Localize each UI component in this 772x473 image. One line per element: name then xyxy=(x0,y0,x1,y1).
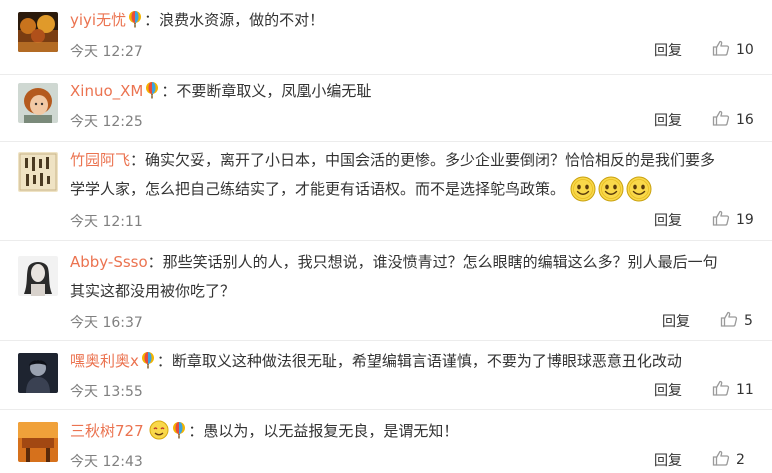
comment-text-row: 竹园阿飞：确实欠妥，离开了小日本，中国会活的更惨。多少企业要倒闭？恰恰相反的是我… xyxy=(70,148,756,173)
reply-button[interactable]: 回复 xyxy=(654,40,682,60)
thumbs-up-icon xyxy=(712,210,730,226)
comment-content: ：断章取义这种做法很无耻，希望编辑言语谨慎，不要为了博眼球恶意丑化改动 xyxy=(156,352,682,370)
avatar-calligraphy-icon xyxy=(18,152,58,192)
comment-content-line1: ：确实欠妥，离开了小日本，中国会活的更惨。多少企业要倒闭？恰恰相反的是我们要多 xyxy=(130,151,716,169)
avatar[interactable] xyxy=(18,152,58,192)
comment-time: 今天 12:27 xyxy=(70,44,143,60)
comment-text-row: 其实这都没用被你吃了？ xyxy=(70,279,756,304)
reply-button[interactable]: 回复 xyxy=(654,380,682,400)
thumbs-up-icon xyxy=(712,110,730,126)
comment-text-row: Xinuo_XM ：不要断章取义，凤凰小编无耻 xyxy=(70,79,756,104)
comment-item: Xinuo_XM ：不要断章取义，凤凰小编无耻 今天 12:25 回复 16 xyxy=(0,75,772,141)
reply-button[interactable]: 回复 xyxy=(654,110,682,130)
comment-time: 今天 16:37 xyxy=(70,315,143,331)
thumbs-up-icon xyxy=(712,450,730,466)
thumbs-up-icon xyxy=(720,311,738,327)
like-button[interactable]: 5 xyxy=(720,311,753,329)
avatar-child-icon xyxy=(18,83,58,123)
like-button[interactable]: 11 xyxy=(712,380,754,398)
comment-content: ：浪费水资源，做的不对！ xyxy=(144,11,325,29)
username-link[interactable]: yiyi无忧 xyxy=(70,11,126,29)
like-count: 19 xyxy=(736,212,754,228)
thumbs-up-icon xyxy=(712,380,730,396)
comment-time: 今天 12:11 xyxy=(70,214,143,230)
like-emoji-badge-icon xyxy=(148,420,170,440)
like-count: 10 xyxy=(736,42,754,58)
comment-text-row: 学学人家，怎么把自己练结实了，才能更有话语权。而不是选择鸵鸟政策。 xyxy=(70,176,756,202)
avatar[interactable] xyxy=(18,12,58,52)
username-link[interactable]: Abby-Ssso xyxy=(70,253,148,271)
balloon-badge-icon xyxy=(171,421,187,439)
reply-button[interactable]: 回复 xyxy=(662,311,690,331)
username-link[interactable]: 嘿奥利奥x xyxy=(70,352,139,370)
comment-item: yiyi无忧 ：浪费水资源，做的不对！ 今天 12:27 回复 10 xyxy=(0,0,772,74)
avatar-orange-scene-icon xyxy=(18,422,58,462)
username-link[interactable]: 三秋树727 xyxy=(70,422,144,440)
balloon-badge-icon xyxy=(127,10,143,28)
like-button[interactable]: 16 xyxy=(712,110,754,128)
comment-time: 今天 13:55 xyxy=(70,384,143,400)
balloon-badge-icon xyxy=(140,351,156,369)
avatar-dark-portrait-icon xyxy=(18,353,58,393)
balloon-badge-icon xyxy=(144,81,160,99)
like-button[interactable]: 19 xyxy=(712,210,754,228)
thumbs-up-icon xyxy=(712,40,730,56)
smiley-emoji-icon xyxy=(598,176,624,202)
comment-time: 今天 12:25 xyxy=(70,114,143,130)
smiley-emoji-icon xyxy=(626,176,652,202)
comment-item: 竹园阿飞：确实欠妥，离开了小日本，中国会活的更惨。多少企业要倒闭？恰恰相反的是我… xyxy=(0,142,772,240)
smiley-emoji-icon xyxy=(570,176,596,202)
like-button[interactable]: 10 xyxy=(712,40,754,58)
comment-content-line2: 其实这都没用被你吃了？ xyxy=(70,282,236,300)
avatar[interactable] xyxy=(18,83,58,123)
like-count: 11 xyxy=(736,382,754,398)
comment-content: ：愚以为，以无益报复无良，是谓无知！ xyxy=(188,422,459,440)
like-count: 5 xyxy=(744,313,753,329)
comment-content-line2: 学学人家，怎么把自己练结实了，才能更有话语权。而不是选择鸵鸟政策。 xyxy=(70,180,566,198)
like-button[interactable]: 2 xyxy=(712,450,745,468)
avatar[interactable] xyxy=(18,353,58,393)
avatar[interactable] xyxy=(18,422,58,462)
like-count: 16 xyxy=(736,112,754,128)
comment-text-row: Abby-Ssso：那些笑话别人的人，我只想说，谁没愤青过？怎么眼瞎的编辑这么多… xyxy=(70,250,756,275)
username-link[interactable]: 竹园阿飞 xyxy=(70,151,130,169)
like-count: 2 xyxy=(736,452,745,468)
comment-item: Abby-Ssso：那些笑话别人的人，我只想说，谁没愤青过？怎么眼瞎的编辑这么多… xyxy=(0,241,772,340)
comment-time: 今天 12:43 xyxy=(70,454,143,470)
avatar-sketch-portrait-icon xyxy=(18,256,58,296)
comment-text-row: yiyi无忧 ：浪费水资源，做的不对！ xyxy=(70,8,756,33)
comment-content-line1: ：那些笑话别人的人，我只想说，谁没愤青过？怎么眼瞎的编辑这么多？别人最后一句 xyxy=(147,253,718,271)
avatar-autumn-icon xyxy=(18,12,58,52)
comment-content: ：不要断章取义，凤凰小编无耻 xyxy=(161,82,372,100)
avatar[interactable] xyxy=(18,256,58,296)
comment-text-row: 嘿奥利奥x ：断章取义这种做法很无耻，希望编辑言语谨慎，不要为了博眼球恶意丑化改动 xyxy=(70,349,756,374)
comment-text-row: 三秋树727 ：愚以为，以无益报复无良，是谓无知！ xyxy=(70,419,756,444)
username-link[interactable]: Xinuo_XM xyxy=(70,82,143,100)
comment-item: 嘿奥利奥x ：断章取义这种做法很无耻，希望编辑言语谨慎，不要为了博眼球恶意丑化改动… xyxy=(0,341,772,409)
reply-button[interactable]: 回复 xyxy=(654,210,682,230)
reply-button[interactable]: 回复 xyxy=(654,450,682,470)
comment-item: 三秋树727 ：愚以为，以无益报复无良，是谓无知！ 今天 12:43 回复 2 xyxy=(0,410,772,473)
